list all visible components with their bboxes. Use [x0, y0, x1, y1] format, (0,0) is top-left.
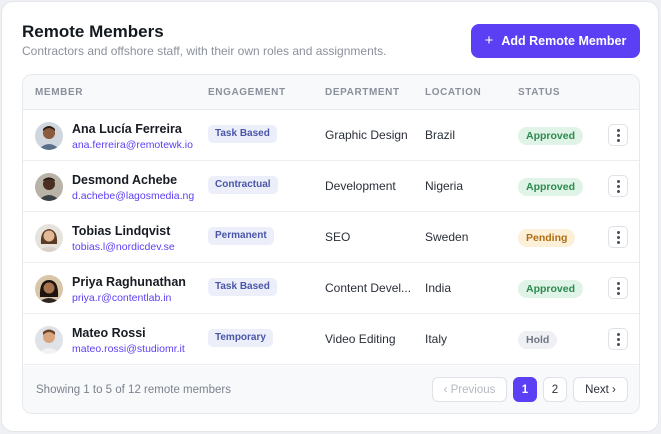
avatar — [35, 224, 63, 252]
engagement-badge: Task Based — [208, 278, 277, 296]
department: Development — [325, 179, 396, 193]
location: Brazil — [425, 128, 456, 142]
pagination-summary: Showing 1 to 5 of 12 remote members — [36, 384, 231, 396]
column-header-member: MEMBER — [35, 87, 84, 98]
row-actions-menu-icon[interactable] — [608, 277, 628, 299]
remote-members-card: Remote Members Contractors and offshore … — [1, 1, 659, 432]
row-actions-menu-icon[interactable] — [608, 124, 628, 146]
engagement-badge: Task Based — [208, 125, 277, 143]
location: Sweden — [425, 230, 469, 244]
avatar — [35, 275, 63, 303]
avatar — [35, 173, 63, 201]
engagement-badge: Contractual — [208, 176, 278, 194]
column-header-engagement: ENGAGEMENT — [208, 87, 286, 98]
department: Video Editing — [325, 332, 396, 346]
table-footer: Showing 1 to 5 of 12 remote members ‹ Pr… — [23, 366, 639, 413]
location: India — [425, 281, 452, 295]
row-actions-menu-icon[interactable] — [608, 175, 628, 197]
member-email[interactable]: ana.ferreira@remotewk.io — [72, 139, 193, 151]
member-name: Tobias Lindqvist — [72, 224, 171, 238]
row-actions-menu-icon[interactable] — [608, 226, 628, 248]
table-row[interactable]: Priya Raghunathan priya.r@contentlab.in … — [23, 263, 639, 314]
plus-icon: + — [484, 32, 494, 49]
table-row[interactable]: Desmond Achebe d.achebe@lagosmedia.ng Co… — [23, 161, 639, 212]
table-header: MEMBER ENGAGEMENT DEPARTMENT LOCATION ST… — [23, 75, 639, 110]
page-title: Remote Members — [22, 22, 164, 41]
next-page-button[interactable]: Next › — [573, 377, 628, 402]
status-badge: Approved — [518, 127, 584, 145]
status-badge: Hold — [518, 331, 558, 349]
member-email[interactable]: priya.r@contentlab.in — [72, 292, 171, 304]
member-email[interactable]: d.achebe@lagosmedia.ng — [72, 190, 194, 202]
member-email[interactable]: tobias.l@nordicdev.se — [72, 241, 175, 253]
column-header-location: LOCATION — [425, 87, 482, 98]
department: Graphic Design — [325, 128, 408, 142]
table-row[interactable]: Mateo Rossi mateo.rossi@studiomr.it Temp… — [23, 314, 639, 365]
status-badge: Approved — [518, 280, 584, 298]
table-row[interactable]: Tobias Lindqvist tobias.l@nordicdev.se P… — [23, 212, 639, 263]
table-row[interactable]: Ana Lucía Ferreira ana.ferreira@remotewk… — [23, 110, 639, 161]
page-button-2[interactable]: 2 — [543, 377, 567, 402]
status-badge: Pending — [518, 229, 576, 247]
column-header-department: DEPARTMENT — [325, 87, 400, 98]
location: Nigeria — [425, 179, 464, 193]
add-remote-member-label: Add Remote Member — [501, 34, 627, 48]
row-actions-menu-icon[interactable] — [608, 328, 628, 350]
member-email[interactable]: mateo.rossi@studiomr.it — [72, 343, 185, 355]
status-badge: Approved — [518, 178, 584, 196]
page-button-1[interactable]: 1 — [513, 377, 537, 402]
member-name: Priya Raghunathan — [72, 275, 186, 289]
avatar — [35, 122, 63, 150]
member-name: Ana Lucía Ferreira — [72, 122, 182, 136]
engagement-badge: Temporary — [208, 329, 273, 347]
department: SEO — [325, 230, 351, 244]
previous-page-button[interactable]: ‹ Previous — [432, 377, 507, 402]
add-remote-member-button[interactable]: + Add Remote Member — [471, 24, 640, 58]
member-name: Mateo Rossi — [72, 326, 146, 340]
members-table: MEMBER ENGAGEMENT DEPARTMENT LOCATION ST… — [22, 74, 640, 414]
department: Content Devel... — [325, 281, 412, 295]
member-name: Desmond Achebe — [72, 173, 178, 187]
avatar — [35, 326, 63, 354]
column-header-status: STATUS — [518, 87, 561, 98]
engagement-badge: Permanent — [208, 227, 274, 245]
location: Italy — [425, 332, 448, 346]
page-subtitle: Contractors and offshore staff, with the… — [22, 44, 387, 58]
